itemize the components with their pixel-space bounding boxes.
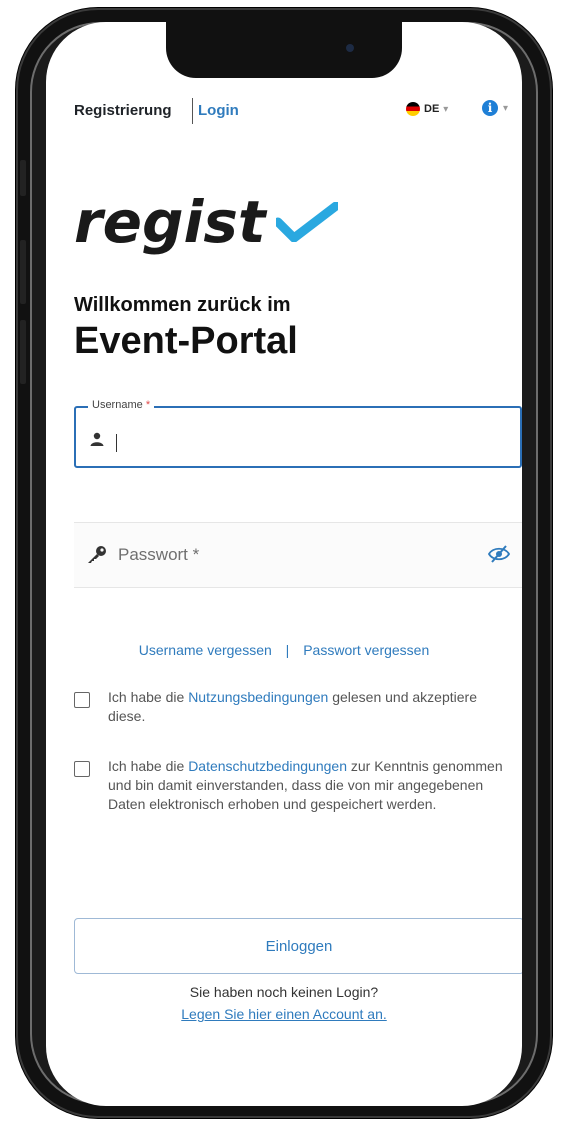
language-selector[interactable]: DE ▾ bbox=[406, 102, 448, 116]
privacy-link[interactable]: Datenschutzbedingungen bbox=[188, 758, 347, 774]
terms-checkbox[interactable] bbox=[74, 692, 90, 708]
privacy-consent-row: Ich habe die Datenschutzbedingungen zur … bbox=[74, 757, 514, 814]
password-placeholder: Passwort * bbox=[118, 545, 200, 564]
tab-register[interactable]: Registrierung bbox=[74, 102, 172, 119]
forgot-username-link[interactable]: Username vergessen bbox=[139, 642, 272, 658]
username-label: Username * bbox=[88, 399, 155, 411]
chevron-down-icon: ▾ bbox=[503, 102, 509, 114]
camera-icon bbox=[346, 44, 354, 52]
tab-divider bbox=[192, 98, 193, 124]
privacy-checkbox[interactable] bbox=[74, 761, 90, 777]
logo-wordmark: regist bbox=[74, 188, 266, 256]
username-input[interactable] bbox=[124, 418, 510, 460]
key-icon bbox=[88, 546, 106, 563]
phone-volume-down-button bbox=[20, 320, 26, 384]
links-separator: | bbox=[285, 642, 290, 658]
privacy-prefix: Ich habe die bbox=[108, 758, 185, 774]
language-label: DE bbox=[424, 103, 440, 115]
username-field[interactable]: Username * bbox=[74, 399, 522, 468]
forgot-password-link[interactable]: Passwort vergessen bbox=[303, 642, 429, 658]
login-button[interactable]: Einloggen bbox=[74, 918, 522, 974]
info-icon: i bbox=[482, 100, 498, 116]
phone-notch bbox=[166, 22, 402, 78]
terms-link[interactable]: Nutzungsbedingungen bbox=[188, 689, 328, 705]
phone-mute-button bbox=[20, 160, 26, 196]
phone-volume-up-button bbox=[20, 240, 26, 304]
text-cursor bbox=[116, 434, 117, 452]
info-menu[interactable]: i ▾ bbox=[482, 100, 508, 116]
required-marker: * bbox=[145, 399, 151, 411]
password-field[interactable]: Passwort * bbox=[74, 522, 522, 588]
german-flag-icon bbox=[406, 102, 420, 116]
tab-login[interactable]: Login bbox=[198, 102, 239, 119]
logo-check-icon bbox=[276, 202, 338, 242]
phone-screen: Registrierung Login DE ▾ i ▾ regist Will… bbox=[46, 22, 522, 1106]
welcome-heading: Willkommen zurück im bbox=[74, 294, 291, 316]
privacy-text: Ich habe die Datenschutzbedingungen zur … bbox=[108, 757, 514, 814]
forgot-links: Username vergessen | Passwort vergessen bbox=[46, 642, 522, 658]
terms-consent-row: Ich habe die Nutzungsbedingungen gelesen… bbox=[74, 688, 514, 726]
no-login-text: Sie haben noch keinen Login? bbox=[189, 984, 379, 1000]
top-nav: Registrierung Login DE ▾ i ▾ bbox=[74, 98, 508, 128]
page-title: Event-Portal bbox=[74, 320, 298, 362]
terms-prefix: Ich habe die bbox=[108, 689, 185, 705]
registr-logo: regist bbox=[74, 188, 338, 258]
create-account-link[interactable]: Legen Sie hier einen Account an. bbox=[46, 1006, 522, 1022]
username-label-text: Username bbox=[92, 399, 143, 411]
terms-text: Ich habe die Nutzungsbedingungen gelesen… bbox=[108, 688, 514, 726]
user-icon bbox=[90, 432, 104, 446]
chevron-down-icon: ▾ bbox=[443, 103, 449, 115]
eye-slash-icon[interactable] bbox=[488, 545, 510, 563]
